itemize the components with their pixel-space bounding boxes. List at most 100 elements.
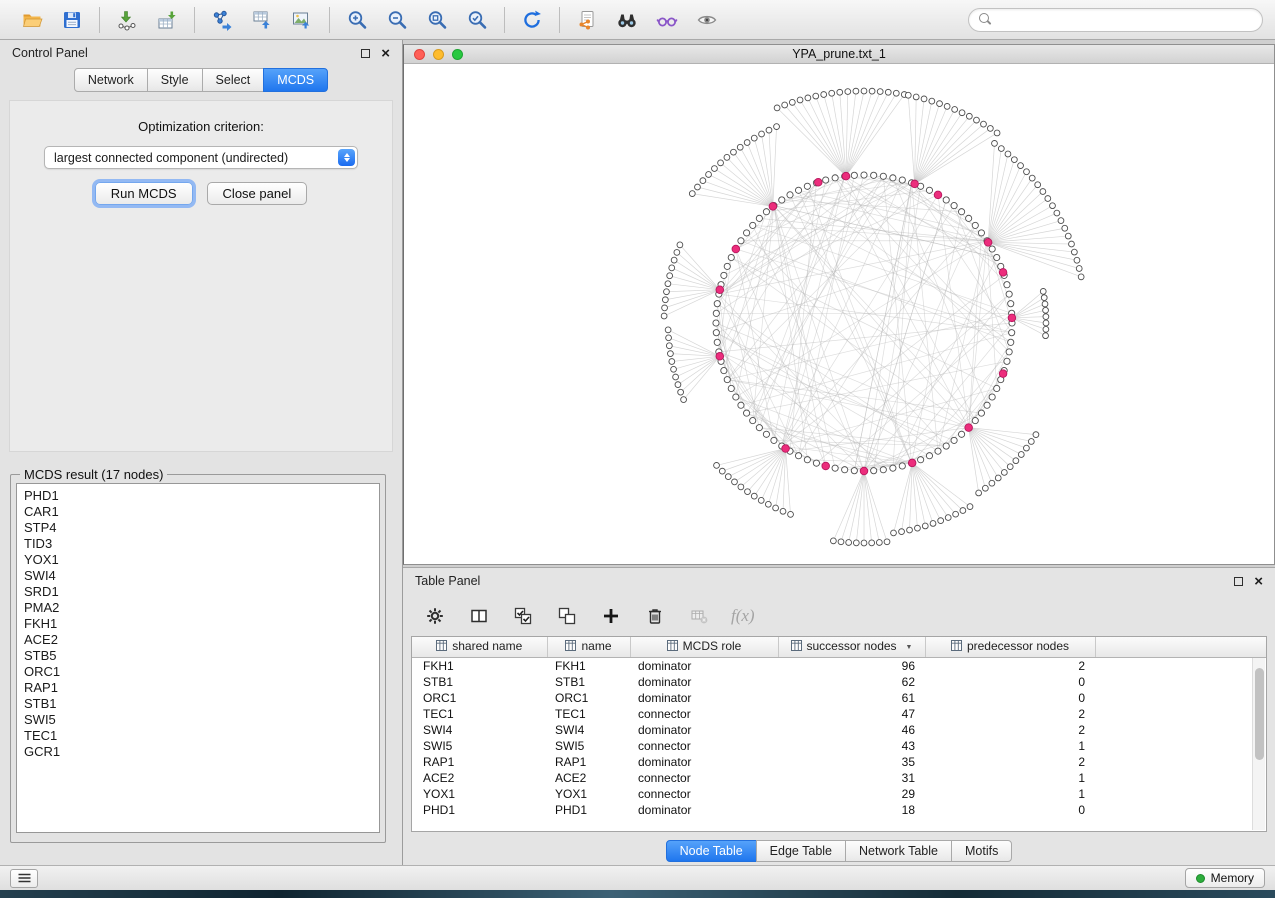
graph-leaf-node[interactable]: [737, 144, 743, 150]
graph-leaf-node[interactable]: [1024, 445, 1030, 451]
close-window-icon[interactable]: [414, 49, 425, 60]
graph-leaf-node[interactable]: [953, 511, 959, 517]
graph-node[interactable]: [958, 209, 964, 215]
graph-dominator-node[interactable]: [822, 462, 830, 470]
graph-leaf-node[interactable]: [821, 92, 827, 98]
graph-leaf-node[interactable]: [695, 184, 701, 190]
graph-dominator-node[interactable]: [934, 191, 942, 199]
graph-node[interactable]: [787, 192, 793, 198]
graph-node[interactable]: [978, 230, 984, 236]
graph-leaf-node[interactable]: [1018, 452, 1024, 458]
column-header-predecessor-nodes[interactable]: predecessor nodes: [925, 637, 1095, 657]
graph-node[interactable]: [1008, 301, 1014, 307]
graph-leaf-node[interactable]: [929, 98, 935, 104]
graph-leaf-node[interactable]: [669, 265, 675, 271]
table-row[interactable]: PHD1PHD1dominator180: [412, 802, 1266, 818]
graph-leaf-node[interactable]: [830, 538, 836, 544]
graph-leaf-node[interactable]: [1069, 241, 1075, 247]
graph-dominator-node[interactable]: [716, 352, 724, 360]
graph-leaf-node[interactable]: [759, 131, 765, 137]
graph-dominator-node[interactable]: [965, 424, 973, 432]
table-tab-network-table[interactable]: Network Table: [845, 840, 952, 862]
graph-leaf-node[interactable]: [773, 505, 779, 511]
graph-leaf-node[interactable]: [714, 463, 720, 469]
function-builder-button[interactable]: f(x): [731, 606, 755, 626]
graph-dominator-node[interactable]: [716, 286, 724, 294]
graph-dominator-node[interactable]: [908, 459, 916, 467]
graph-node[interactable]: [994, 385, 1000, 391]
graph-leaf-node[interactable]: [937, 101, 943, 107]
graph-leaf-node[interactable]: [913, 94, 919, 100]
graph-leaf-node[interactable]: [1058, 218, 1064, 224]
graph-node[interactable]: [926, 187, 932, 193]
graph-leaf-node[interactable]: [665, 281, 671, 287]
graph-leaf-node[interactable]: [719, 468, 725, 474]
graph-leaf-node[interactable]: [995, 475, 1001, 481]
find-binoculars-button[interactable]: [607, 4, 647, 36]
graph-dominator-node[interactable]: [999, 370, 1007, 378]
graph-leaf-node[interactable]: [853, 88, 859, 94]
graph-node[interactable]: [943, 443, 949, 449]
graph-leaf-node[interactable]: [675, 382, 681, 388]
graph-leaf-node[interactable]: [869, 540, 875, 546]
graph-leaf-node[interactable]: [930, 521, 936, 527]
graph-leaf-node[interactable]: [921, 96, 927, 102]
graph-node[interactable]: [738, 238, 744, 244]
graph-node[interactable]: [861, 172, 867, 178]
table-row[interactable]: RAP1RAP1dominator352: [412, 754, 1266, 770]
graph-leaf-node[interactable]: [1074, 257, 1080, 263]
graph-leaf-node[interactable]: [1013, 458, 1019, 464]
graph-leaf-node[interactable]: [745, 489, 751, 495]
graph-node[interactable]: [972, 417, 978, 423]
mcds-result-item[interactable]: RAP1: [24, 680, 372, 696]
graph-leaf-node[interactable]: [758, 497, 764, 503]
delete-column-button[interactable]: [643, 605, 667, 627]
graph-leaf-node[interactable]: [673, 374, 679, 380]
column-header-shared-name[interactable]: shared name: [412, 637, 547, 657]
graph-node[interactable]: [728, 385, 734, 391]
graph-node[interactable]: [842, 467, 848, 473]
mcds-result-item[interactable]: YOX1: [24, 552, 372, 568]
graph-leaf-node[interactable]: [1062, 225, 1068, 231]
graph-leaf-node[interactable]: [669, 359, 675, 365]
graph-node[interactable]: [972, 222, 978, 228]
graph-leaf-node[interactable]: [765, 501, 771, 507]
graph-leaf-node[interactable]: [998, 146, 1004, 152]
graph-leaf-node[interactable]: [967, 504, 973, 510]
graph-leaf-node[interactable]: [725, 474, 731, 480]
network-canvas[interactable]: [404, 64, 1274, 564]
table-scrollbar-thumb[interactable]: [1255, 668, 1264, 760]
graph-node[interactable]: [1008, 339, 1014, 345]
graph-leaf-node[interactable]: [1001, 470, 1007, 476]
graph-node[interactable]: [813, 460, 819, 466]
graph-leaf-node[interactable]: [829, 90, 835, 96]
table-row[interactable]: ORC1ORC1dominator610: [412, 690, 1266, 706]
graph-node[interactable]: [958, 431, 964, 437]
refresh-button[interactable]: [512, 4, 552, 36]
graph-leaf-node[interactable]: [732, 479, 738, 485]
graph-leaf-node[interactable]: [1043, 320, 1049, 326]
split-panel-button[interactable]: [467, 605, 491, 627]
graph-leaf-node[interactable]: [671, 366, 677, 372]
graph-leaf-node[interactable]: [876, 540, 882, 546]
graph-dominator-node[interactable]: [911, 180, 919, 188]
graph-leaf-node[interactable]: [992, 140, 998, 146]
graph-leaf-node[interactable]: [1043, 307, 1049, 313]
add-column-button[interactable]: [599, 605, 623, 627]
graph-node[interactable]: [738, 402, 744, 408]
graph-leaf-node[interactable]: [838, 539, 844, 545]
graph-leaf-node[interactable]: [1043, 333, 1049, 339]
graph-leaf-node[interactable]: [893, 90, 899, 96]
graph-leaf-node[interactable]: [885, 89, 891, 95]
gear-button[interactable]: [423, 605, 447, 627]
graph-leaf-node[interactable]: [974, 117, 980, 123]
graph-node[interactable]: [984, 402, 990, 408]
import-table-button[interactable]: [147, 4, 187, 36]
graph-leaf-node[interactable]: [700, 178, 706, 184]
graph-leaf-node[interactable]: [1018, 163, 1024, 169]
graph-leaf-node[interactable]: [681, 397, 687, 403]
search-box[interactable]: [968, 8, 1263, 32]
graph-node[interactable]: [721, 272, 727, 278]
graph-node[interactable]: [721, 367, 727, 373]
graph-node[interactable]: [1004, 282, 1010, 288]
